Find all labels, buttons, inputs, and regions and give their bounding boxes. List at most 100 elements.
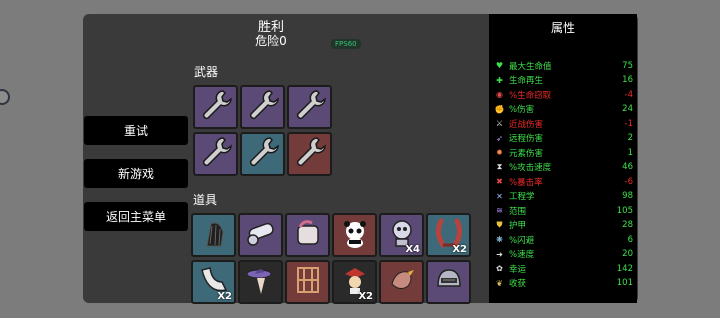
item-slot[interactable]: X2 [332, 260, 377, 304]
harvest-icon: ❦ [496, 278, 503, 288]
panda-icon [339, 217, 371, 253]
wrench-icon [199, 135, 233, 173]
stat-row: ➜ %速度 20 [495, 247, 633, 262]
wrench-icon [199, 88, 233, 126]
ranged-icon: ➶ [496, 133, 503, 143]
stat-row: ✊ %伤害 24 [495, 102, 633, 117]
stat-value: 75 [622, 60, 633, 71]
stat-row: ✚ 生命再生 16 [495, 73, 633, 88]
stat-name: 幸运 [509, 264, 527, 275]
cage-icon [292, 264, 324, 300]
attack-speed-icon: ⧗ [496, 162, 503, 171]
dodge-icon: ❋ [496, 235, 503, 244]
weapon-slot[interactable] [193, 132, 238, 176]
melee-icon: ⚔ [495, 119, 504, 128]
item-quantity: X2 [452, 244, 467, 255]
item-quantity: X4 [405, 244, 420, 255]
stat-name: %闪避 [509, 235, 535, 246]
stat-value: 20 [622, 249, 633, 259]
retry-button[interactable]: 重试 [84, 116, 188, 145]
stat-row: ✖ %暴击率 -6 [495, 174, 633, 189]
heart-icon: ♥ [495, 61, 504, 70]
stat-value: 98 [622, 191, 633, 201]
helmet-icon [433, 264, 465, 300]
stats-title: 属性 [550, 21, 575, 35]
barrel-icon [292, 217, 324, 253]
stat-value: 46 [622, 162, 633, 172]
stat-name: 护甲 [509, 221, 527, 231]
weapon-slot[interactable] [193, 85, 238, 129]
stat-value: 2 [627, 133, 633, 143]
item-slot[interactable] [379, 260, 424, 304]
regen-icon: ✚ [496, 75, 503, 85]
fin-icon [199, 216, 229, 254]
weapon-slot[interactable] [287, 85, 332, 129]
lifesteal-icon: ◉ [496, 90, 503, 99]
stat-value: 16 [622, 75, 633, 85]
stat-row: ◉ %生命窃取 -4 [495, 87, 633, 102]
stat-value: -6 [624, 176, 633, 187]
wrench-icon [293, 135, 327, 173]
item-slot[interactable]: X4 [379, 213, 424, 257]
stat-value: 1 [627, 147, 633, 158]
item-quantity: X2 [358, 291, 373, 302]
wrench-icon [293, 88, 327, 126]
armor-icon: ⛊ [496, 220, 503, 229]
stat-row: ⧗ %攻击速度 46 [495, 160, 633, 175]
item-slot[interactable] [238, 260, 283, 304]
stat-row: ❋ %闪避 6 [495, 232, 633, 247]
new-game-button[interactable]: 新游戏 [84, 159, 188, 188]
speed-icon: ➜ [496, 249, 503, 259]
stat-row: ✹ 元素伤害 1 [495, 145, 633, 160]
weapons-label: 武器 [194, 65, 219, 79]
stat-value: 28 [622, 220, 633, 230]
stat-name: 远程伤害 [509, 134, 544, 144]
item-slot[interactable] [191, 213, 236, 257]
item-slot[interactable] [238, 213, 283, 257]
fps-counter: FPS60 [331, 39, 361, 49]
bird-icon [386, 264, 418, 300]
stat-row: ✿ 幸运 142 [495, 261, 633, 276]
item-slot[interactable] [426, 260, 471, 304]
item-slot[interactable]: X2 [426, 213, 471, 257]
danger-level: 危险0 [255, 34, 287, 48]
wrench-icon [246, 88, 280, 126]
stat-name: 收获 [509, 279, 527, 289]
stat-value: -1 [624, 118, 633, 129]
item-slot[interactable] [332, 213, 377, 257]
stat-row: ➶ 远程伤害 2 [495, 131, 633, 146]
stat-name: 元素伤害 [509, 148, 544, 159]
stat-row: ≋ 范围 105 [495, 203, 633, 218]
weapon-slot[interactable] [287, 132, 332, 176]
stat-value: 6 [627, 234, 633, 245]
main-menu-button[interactable]: 返回主菜单 [84, 202, 188, 231]
damage-icon: ✊ [494, 104, 505, 114]
stat-value: 24 [622, 104, 633, 114]
stat-name: 近战伤害 [509, 119, 544, 130]
stats-panel: 属性 ♥ 最大生命值 75 ✚ 生命再生 16 ◉ %生命窃取 -4 ✊ %伤害 24 ⚔ 近战伤害 -1 ➶… [489, 14, 637, 303]
weapon-slot[interactable] [240, 85, 285, 129]
hat-icon [245, 264, 277, 300]
item-slot[interactable]: X2 [191, 260, 236, 304]
weapon-slot[interactable] [240, 132, 285, 176]
elemental-icon: ✹ [496, 148, 503, 157]
wrench-icon [246, 135, 280, 173]
stat-row: ⚔ 近战伤害 -1 [495, 116, 633, 131]
luck-icon: ✿ [496, 264, 503, 273]
item-quantity: X2 [217, 291, 232, 302]
item-slot[interactable] [285, 260, 330, 304]
stat-value: -4 [624, 89, 633, 100]
stat-row: ❦ 收获 101 [495, 276, 633, 291]
stat-name: 生命再生 [509, 76, 544, 86]
stat-value: 105 [616, 205, 633, 216]
edge-handle[interactable] [0, 89, 10, 105]
stat-row: ⛊ 护甲 28 [495, 218, 634, 233]
crit-icon: ✖ [496, 177, 503, 186]
stat-value: 101 [616, 278, 633, 288]
stat-name: 最大生命值 [509, 61, 552, 72]
item-slot[interactable] [285, 213, 330, 257]
items-label: 道具 [193, 193, 218, 207]
cannon-icon [243, 218, 279, 252]
stat-row: ✕ 工程学 98 [495, 189, 633, 204]
stat-name: %速度 [509, 250, 535, 260]
